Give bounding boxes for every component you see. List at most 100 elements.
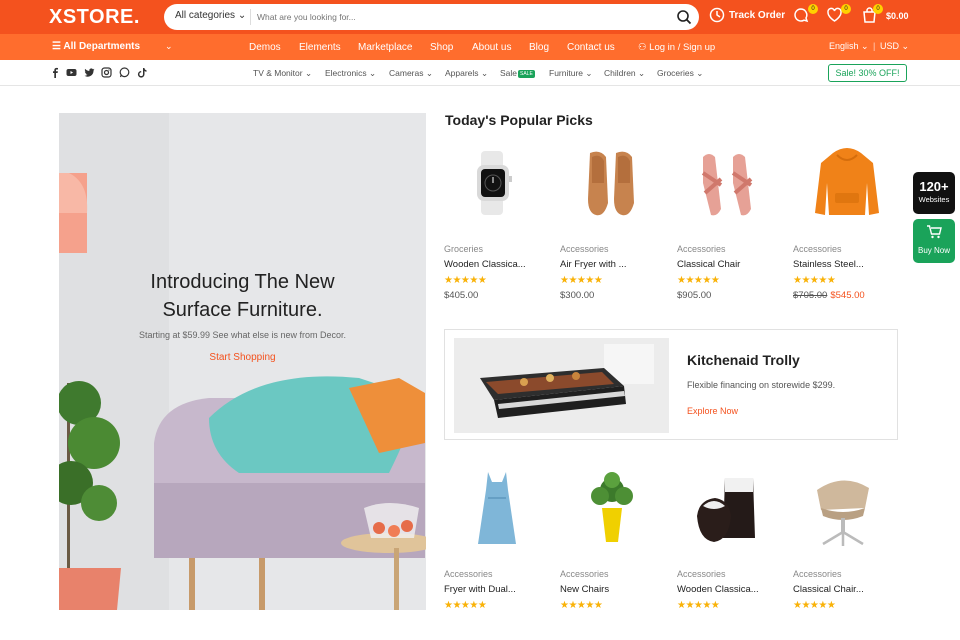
sale-price: $545.00 bbox=[830, 290, 865, 301]
language-select[interactable]: English ⌄ bbox=[829, 41, 869, 52]
product-card[interactable]: Accessories Stainless Steel... ★★★★★ $70… bbox=[793, 143, 903, 301]
product-price: $300.00 bbox=[560, 290, 595, 301]
sale-button[interactable]: Sale! 30% OFF! bbox=[828, 64, 907, 82]
product-image[interactable] bbox=[677, 468, 787, 548]
product-card[interactable]: Accessories Classical Chair ★★★★★ $905.0… bbox=[677, 143, 787, 301]
track-order-label: Track Order bbox=[729, 9, 786, 21]
rating-stars: ★★★★★ bbox=[793, 600, 836, 611]
cat-groceries[interactable]: Groceries ⌄ bbox=[657, 68, 703, 79]
compare-count: 0 bbox=[808, 4, 818, 14]
product-card[interactable]: Groceries Wooden Classica... ★★★★★ $405.… bbox=[444, 143, 554, 301]
whatsapp-icon[interactable] bbox=[119, 67, 130, 78]
chevron-down-icon: ⌄ bbox=[368, 68, 377, 78]
vase-image bbox=[697, 478, 755, 542]
websites-count: 120+ bbox=[919, 179, 949, 194]
explore-now-link[interactable]: Explore Now bbox=[687, 406, 738, 416]
cat-cameras[interactable]: Cameras ⌄ bbox=[389, 68, 433, 79]
cat-label: Furniture bbox=[549, 68, 584, 78]
product-name[interactable]: Fryer with Dual... bbox=[444, 584, 554, 595]
tiktok-icon[interactable] bbox=[137, 67, 148, 78]
twitter-icon[interactable] bbox=[84, 67, 95, 78]
rating-stars: ★★★★★ bbox=[560, 275, 603, 286]
shoes-image bbox=[588, 151, 634, 216]
product-name[interactable]: Wooden Classica... bbox=[677, 584, 787, 595]
product-image[interactable] bbox=[793, 468, 903, 548]
youtube-icon[interactable] bbox=[66, 67, 77, 78]
product-name[interactable]: Air Fryer with ... bbox=[560, 259, 670, 270]
nav-contact[interactable]: Contact us bbox=[567, 42, 615, 53]
cat-electronics[interactable]: Electronics ⌄ bbox=[325, 68, 376, 79]
nav-about[interactable]: About us bbox=[472, 42, 511, 53]
sandals-image bbox=[701, 154, 753, 216]
product-name[interactable]: New Chairs bbox=[560, 584, 670, 595]
product-price: $705.00 $545.00 bbox=[793, 290, 903, 301]
hoodie-image bbox=[815, 148, 879, 215]
product-name[interactable]: Wooden Classica... bbox=[444, 259, 554, 270]
category-select[interactable]: All categories ⌄ bbox=[175, 10, 246, 21]
nav-shop[interactable]: Shop bbox=[430, 42, 453, 53]
cat-furniture[interactable]: Furniture ⌄ bbox=[549, 68, 593, 79]
product-image[interactable] bbox=[560, 468, 670, 548]
product-card[interactable]: Accessories New Chairs ★★★★★ bbox=[560, 468, 670, 611]
search-bar: All categories ⌄ bbox=[164, 4, 699, 30]
buy-now-button[interactable]: Buy Now bbox=[913, 219, 955, 263]
cart-total[interactable]: $0.00 bbox=[886, 11, 909, 21]
product-card[interactable]: Accessories Classical Chair... ★★★★★ bbox=[793, 468, 903, 611]
language-label: English bbox=[829, 41, 859, 51]
product-name[interactable]: Classical Chair bbox=[677, 259, 787, 270]
promo-title: Kitchenaid Trolly bbox=[687, 352, 800, 368]
plant-image bbox=[591, 472, 633, 542]
product-card[interactable]: Accessories Air Fryer with ... ★★★★★ $30… bbox=[560, 143, 670, 301]
search-icon[interactable] bbox=[676, 9, 692, 25]
nav-blog[interactable]: Blog bbox=[529, 42, 549, 53]
currency-label: USD bbox=[880, 41, 900, 51]
instagram-icon[interactable] bbox=[101, 67, 112, 78]
product-image[interactable] bbox=[444, 143, 554, 223]
nav-demos[interactable]: Demos bbox=[249, 42, 281, 53]
login-link[interactable]: ⚇ Log in / Sign up bbox=[638, 42, 715, 53]
chevron-down-icon: ⌄ bbox=[237, 10, 247, 21]
cart-button[interactable]: 0 bbox=[862, 4, 883, 27]
cat-tv-monitor[interactable]: TV & Monitor ⌄ bbox=[253, 68, 312, 79]
cat-children[interactable]: Children ⌄ bbox=[604, 68, 645, 79]
cat-apparels[interactable]: Apparels ⌄ bbox=[445, 68, 488, 79]
product-price: $905.00 bbox=[677, 290, 712, 301]
product-image[interactable] bbox=[444, 468, 554, 548]
track-order-link[interactable]: Track Order bbox=[709, 7, 785, 23]
rating-stars: ★★★★★ bbox=[677, 275, 720, 286]
websites-badge[interactable]: 120+ Websites bbox=[913, 172, 955, 214]
chevron-down-icon[interactable]: ⌄ bbox=[165, 41, 173, 52]
cat-label: Apparels bbox=[445, 68, 479, 78]
product-image[interactable] bbox=[793, 143, 903, 223]
currency-select[interactable]: USD ⌄ bbox=[880, 41, 909, 52]
product-card[interactable]: Accessories Fryer with Dual... ★★★★★ bbox=[444, 468, 554, 611]
nav-marketplace[interactable]: Marketplace bbox=[358, 42, 412, 53]
product-name[interactable]: Stainless Steel... bbox=[793, 259, 903, 270]
facebook-icon[interactable] bbox=[50, 67, 61, 78]
rating-stars: ★★★★★ bbox=[444, 600, 487, 611]
product-category: Groceries bbox=[444, 244, 484, 254]
login-label: Log in / Sign up bbox=[649, 42, 716, 53]
product-category: Accessories bbox=[793, 569, 842, 579]
nav-elements[interactable]: Elements bbox=[299, 42, 341, 53]
dress-image bbox=[478, 472, 516, 544]
chevron-down-icon: ⌄ bbox=[696, 68, 704, 78]
compare-button[interactable]: 0 bbox=[793, 4, 818, 27]
cart-count: 0 bbox=[873, 4, 883, 14]
cat-sale[interactable]: Sale SALE bbox=[500, 68, 535, 78]
watch-image bbox=[477, 151, 512, 215]
wishlist-button[interactable]: 0 bbox=[826, 4, 851, 27]
product-name[interactable]: Classical Chair... bbox=[793, 584, 903, 595]
sale-badge: SALE bbox=[518, 69, 535, 78]
promo-banner: Kitchenaid Trolly Flexible financing on … bbox=[444, 329, 898, 440]
search-input[interactable] bbox=[257, 9, 657, 25]
product-image[interactable] bbox=[677, 143, 787, 223]
cat-label: Groceries bbox=[657, 68, 694, 78]
cat-label: Sale bbox=[500, 68, 518, 78]
product-card[interactable]: Accessories Wooden Classica... ★★★★★ bbox=[677, 468, 787, 611]
logo[interactable]: XSTORE. bbox=[49, 6, 140, 29]
hero-subtitle: Starting at $59.99 See what else is new … bbox=[138, 330, 347, 340]
product-image[interactable] bbox=[560, 143, 670, 223]
start-shopping-link[interactable]: Start Shopping bbox=[59, 352, 426, 363]
all-departments-button[interactable]: ☰ All Departments bbox=[52, 41, 140, 52]
